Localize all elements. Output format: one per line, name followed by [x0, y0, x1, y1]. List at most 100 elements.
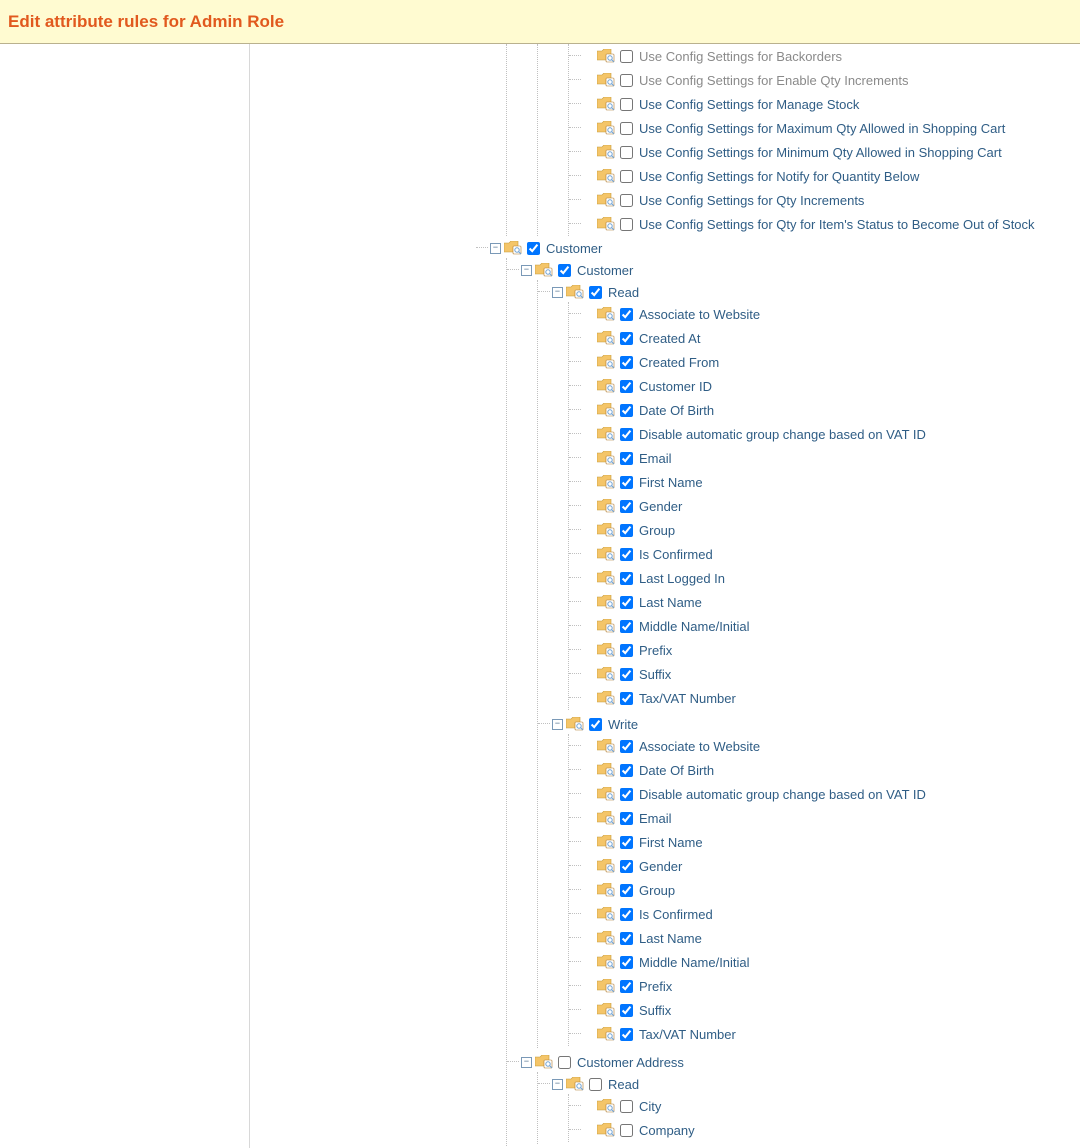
rule-label[interactable]: Customer — [546, 241, 602, 256]
rule-label[interactable]: Customer Address — [577, 1055, 684, 1070]
rule-checkbox[interactable] — [620, 500, 633, 513]
page-title: Edit attribute rules for Admin Role — [8, 12, 284, 32]
rule-label[interactable]: Use Config Settings for Qty for Item's S… — [639, 217, 1035, 232]
rule-label[interactable]: Read — [608, 285, 639, 300]
rule-label[interactable]: Group — [639, 523, 675, 538]
collapse-icon[interactable]: − — [521, 265, 532, 276]
rule-label[interactable]: Write — [608, 717, 638, 732]
rule-label[interactable]: First Name — [639, 475, 703, 490]
rule-label[interactable]: City — [639, 1099, 661, 1114]
rule-checkbox[interactable] — [620, 194, 633, 207]
rule-checkbox[interactable] — [620, 332, 633, 345]
rule-label[interactable]: Suffix — [639, 667, 671, 682]
rule-checkbox[interactable] — [620, 980, 633, 993]
rule-label[interactable]: Prefix — [639, 643, 672, 658]
rule-checkbox[interactable] — [620, 356, 633, 369]
rule-label[interactable]: Last Name — [639, 931, 702, 946]
rule-checkbox[interactable] — [620, 308, 633, 321]
rule-label[interactable]: Created From — [639, 355, 719, 370]
rule-label[interactable]: Associate to Website — [639, 307, 760, 322]
rule-label[interactable]: Use Config Settings for Qty Increments — [639, 193, 864, 208]
rule-checkbox[interactable] — [620, 932, 633, 945]
rule-checkbox[interactable] — [620, 50, 633, 63]
rule-label[interactable]: Email — [639, 811, 672, 826]
rule-checkbox[interactable] — [589, 1078, 602, 1091]
rule-label[interactable]: Company — [639, 1123, 695, 1138]
rule-label[interactable]: Use Config Settings for Maximum Qty Allo… — [639, 121, 1005, 136]
rule-label[interactable]: Use Config Settings for Minimum Qty Allo… — [639, 145, 1002, 160]
rule-checkbox[interactable] — [620, 692, 633, 705]
rule-checkbox[interactable] — [620, 428, 633, 441]
rule-checkbox[interactable] — [620, 170, 633, 183]
rule-label[interactable]: Last Name — [639, 595, 702, 610]
tree-row: Middle Name/Initial — [583, 616, 1080, 636]
rule-label[interactable]: Disable automatic group change based on … — [639, 787, 926, 802]
rule-checkbox[interactable] — [620, 404, 633, 417]
rule-label[interactable]: Use Config Settings for Backorders — [639, 49, 842, 64]
rule-checkbox[interactable] — [620, 452, 633, 465]
rule-label[interactable]: Use Config Settings for Notify for Quant… — [639, 169, 919, 184]
rule-checkbox[interactable] — [620, 860, 633, 873]
rule-label[interactable]: Use Config Settings for Manage Stock — [639, 97, 859, 112]
collapse-icon[interactable]: − — [552, 719, 563, 730]
rule-checkbox[interactable] — [620, 596, 633, 609]
rule-label[interactable]: Last Logged In — [639, 571, 725, 586]
collapse-icon[interactable]: − — [521, 1057, 532, 1068]
rule-label[interactable]: Gender — [639, 859, 682, 874]
rule-label[interactable]: Tax/VAT Number — [639, 1027, 736, 1042]
rule-checkbox[interactable] — [620, 572, 633, 585]
rule-label[interactable]: Associate to Website — [639, 739, 760, 754]
rule-checkbox[interactable] — [589, 718, 602, 731]
rule-checkbox[interactable] — [620, 1028, 633, 1041]
rule-checkbox[interactable] — [620, 812, 633, 825]
rule-label[interactable]: Suffix — [639, 1003, 671, 1018]
rule-checkbox[interactable] — [620, 884, 633, 897]
rule-checkbox[interactable] — [620, 740, 633, 753]
rule-checkbox[interactable] — [620, 380, 633, 393]
rule-checkbox[interactable] — [620, 1100, 633, 1113]
rule-label[interactable]: Date Of Birth — [639, 763, 714, 778]
collapse-icon[interactable]: − — [490, 243, 501, 254]
rule-label[interactable]: Is Confirmed — [639, 547, 713, 562]
rule-label[interactable]: Customer ID — [639, 379, 712, 394]
rule-label[interactable]: Disable automatic group change based on … — [639, 427, 926, 442]
rule-label[interactable]: Created At — [639, 331, 700, 346]
rule-checkbox[interactable] — [558, 264, 571, 277]
rule-checkbox[interactable] — [620, 764, 633, 777]
rule-checkbox[interactable] — [620, 122, 633, 135]
rule-label[interactable]: Prefix — [639, 979, 672, 994]
rule-checkbox[interactable] — [620, 644, 633, 657]
rule-label[interactable]: Group — [639, 883, 675, 898]
rule-checkbox[interactable] — [620, 98, 633, 111]
collapse-icon[interactable]: − — [552, 1079, 563, 1090]
rule-checkbox[interactable] — [620, 476, 633, 489]
rule-checkbox[interactable] — [558, 1056, 571, 1069]
rule-checkbox[interactable] — [620, 956, 633, 969]
rule-label[interactable]: Middle Name/Initial — [639, 955, 750, 970]
rule-checkbox[interactable] — [620, 620, 633, 633]
rule-label[interactable]: Tax/VAT Number — [639, 691, 736, 706]
rule-label[interactable]: Is Confirmed — [639, 907, 713, 922]
rule-checkbox[interactable] — [620, 74, 633, 87]
rule-label[interactable]: Customer — [577, 263, 633, 278]
rule-label[interactable]: Date Of Birth — [639, 403, 714, 418]
rule-checkbox[interactable] — [620, 836, 633, 849]
rule-label[interactable]: First Name — [639, 835, 703, 850]
rule-checkbox[interactable] — [589, 286, 602, 299]
rule-checkbox[interactable] — [620, 548, 633, 561]
rule-label[interactable]: Read — [608, 1077, 639, 1092]
rule-checkbox[interactable] — [620, 668, 633, 681]
rule-label[interactable]: Email — [639, 451, 672, 466]
rule-checkbox[interactable] — [620, 218, 633, 231]
rule-checkbox[interactable] — [620, 146, 633, 159]
rule-checkbox[interactable] — [620, 524, 633, 537]
rule-checkbox[interactable] — [620, 788, 633, 801]
rule-checkbox[interactable] — [527, 242, 540, 255]
rule-checkbox[interactable] — [620, 1124, 633, 1137]
rule-checkbox[interactable] — [620, 908, 633, 921]
rule-label[interactable]: Use Config Settings for Enable Qty Incre… — [639, 73, 909, 88]
collapse-icon[interactable]: − — [552, 287, 563, 298]
rule-label[interactable]: Middle Name/Initial — [639, 619, 750, 634]
rule-checkbox[interactable] — [620, 1004, 633, 1017]
rule-label[interactable]: Gender — [639, 499, 682, 514]
